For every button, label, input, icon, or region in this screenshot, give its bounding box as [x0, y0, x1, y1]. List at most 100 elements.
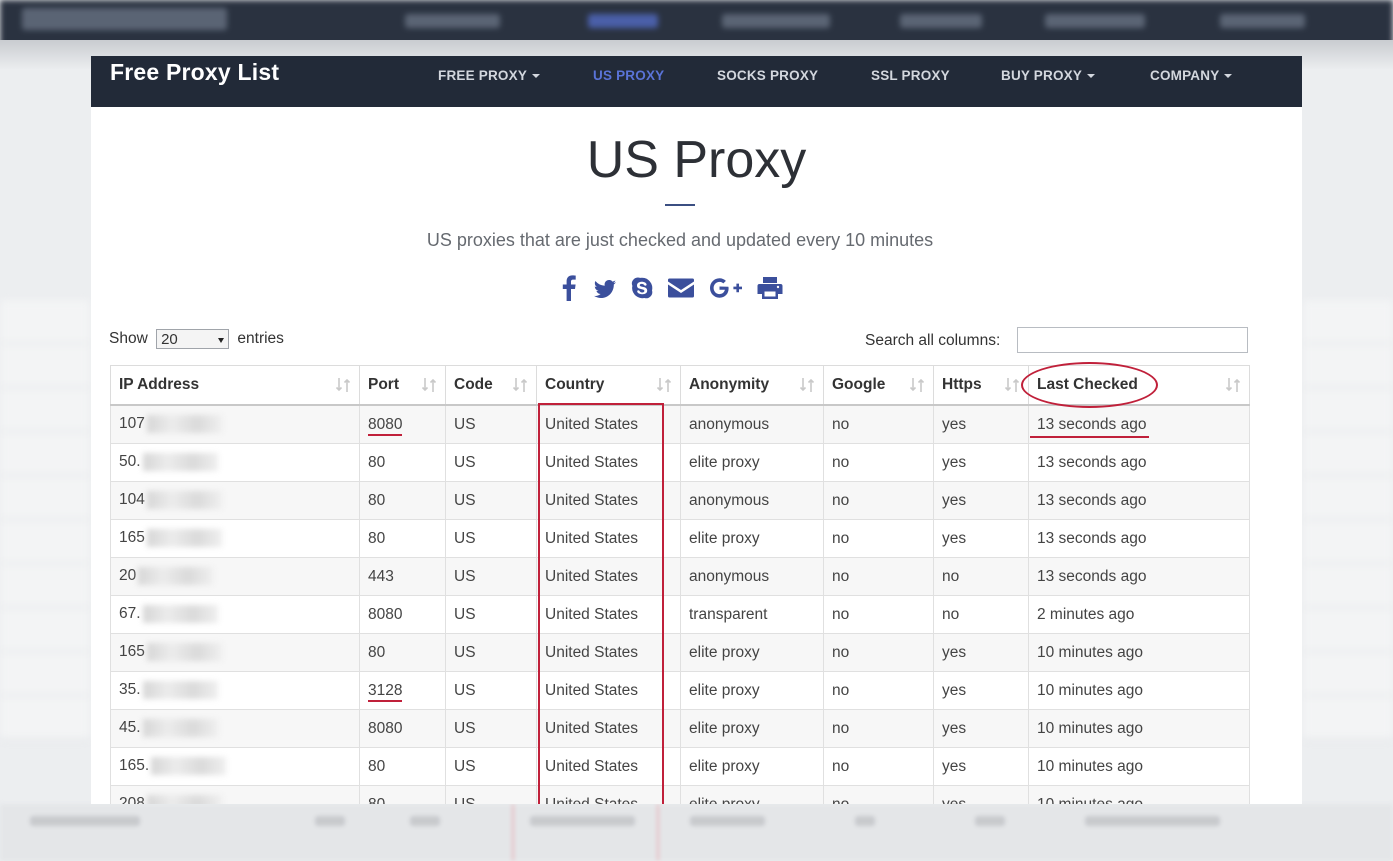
cell-https: yes: [933, 671, 1029, 710]
ip-redaction-blur: [146, 415, 222, 434]
column-header[interactable]: Https: [933, 365, 1029, 406]
nav-buy-proxy[interactable]: BUY PROXY: [1001, 68, 1096, 83]
search-input[interactable]: [1017, 327, 1248, 353]
cell-value: United States: [545, 453, 639, 471]
cell-port: 443: [359, 557, 446, 596]
cell-value: 8080: [368, 605, 403, 623]
cell-value: United States: [545, 719, 639, 737]
cell-https: yes: [933, 785, 1029, 805]
google-plus-icon[interactable]: [708, 274, 744, 302]
column-header-label: Code: [454, 376, 493, 393]
table-row: 50. 80 US United States elite proxy no yes 13 s…: [110, 443, 1250, 482]
facebook-icon[interactable]: [561, 274, 577, 302]
cell-code: US: [445, 481, 537, 520]
cell-value: no: [832, 453, 850, 471]
nav-label: BUY PROXY: [1001, 68, 1083, 83]
sort-icon[interactable]: [799, 377, 815, 393]
cell-value: elite proxy: [689, 757, 760, 775]
cell-value: 13 seconds ago: [1037, 529, 1147, 547]
page-title: US Proxy: [586, 131, 807, 189]
cell-ip: 45.: [110, 709, 360, 748]
cell-country: United States: [536, 633, 681, 672]
cell-value: US: [454, 453, 476, 471]
cell-value: no: [832, 491, 850, 509]
twitter-icon[interactable]: [593, 274, 617, 302]
cell-value: 104: [119, 491, 145, 509]
nav-free-proxy[interactable]: FREE PROXY: [438, 68, 541, 83]
cell-value: United States: [545, 605, 639, 623]
cell-country: United States: [536, 443, 681, 482]
cell-value: 50.: [119, 453, 141, 471]
entries-label: entries: [237, 330, 284, 347]
cell-code: US: [445, 519, 537, 558]
cell-value: 165.: [119, 757, 150, 775]
cell-ip: 165.: [110, 747, 360, 786]
sort-icon[interactable]: [909, 377, 925, 393]
cell-value: yes: [942, 795, 967, 805]
cell-value: no: [942, 605, 960, 623]
table-header-row: IP Address Port Code Country Anonymity Google…: [110, 365, 1250, 406]
sort-icon[interactable]: [1225, 377, 1241, 393]
column-header[interactable]: Google: [823, 365, 934, 406]
nav-label: SSL PROXY: [871, 68, 950, 83]
cell-value: United States: [545, 681, 639, 699]
cell-google: no: [823, 595, 934, 634]
table-row: 165 80 US United States elite proxy no yes 10 m…: [110, 633, 1250, 672]
sort-icon[interactable]: [335, 377, 351, 393]
ip-redaction-blur: [151, 757, 227, 776]
cell-value: yes: [942, 757, 967, 775]
nav-us-proxy[interactable]: US PROXY: [593, 68, 664, 83]
cell-anonymity: elite proxy: [680, 709, 824, 748]
column-header[interactable]: Country: [536, 365, 681, 406]
cell-value: anonymous: [689, 415, 770, 433]
cell-code: US: [445, 595, 537, 634]
column-header-label: Anonymity: [689, 376, 770, 393]
entries-value: 20: [161, 331, 178, 348]
cell-value: 80: [368, 529, 386, 547]
column-header[interactable]: Last Checked: [1028, 365, 1250, 406]
cell-last-checked: 13 seconds ago: [1028, 519, 1250, 558]
table-row: 67. 8080 US United States transparent no no 2 m…: [110, 595, 1250, 634]
cell-value: US: [454, 795, 476, 805]
cell-country: United States: [536, 785, 681, 805]
sort-icon[interactable]: [512, 377, 528, 393]
cell-value: United States: [545, 567, 639, 585]
sort-icon[interactable]: [656, 377, 672, 393]
email-icon[interactable]: [667, 274, 695, 302]
column-header-label: Country: [545, 376, 605, 393]
cell-ip: 67.: [110, 595, 360, 634]
sort-icon[interactable]: [1004, 377, 1020, 393]
column-header[interactable]: Anonymity: [680, 365, 824, 406]
nav-label: COMPANY: [1150, 68, 1220, 83]
skype-icon[interactable]: [630, 274, 654, 302]
entries-select[interactable]: 20: [156, 329, 230, 349]
cell-port: 8080: [359, 709, 446, 748]
cell-value: United States: [545, 795, 639, 805]
table-row: 104 80 US United States anonymous no yes 13 sec…: [110, 481, 1250, 520]
cell-value: no: [832, 567, 850, 585]
cell-ip: 165: [110, 633, 360, 672]
cell-country: United States: [536, 519, 681, 558]
column-header[interactable]: Code: [445, 365, 537, 406]
brand-logo[interactable]: Free Proxy List: [110, 59, 279, 86]
cell-country: United States: [536, 709, 681, 748]
table-row: 208 80 US United States elite proxy no yes 10 m…: [110, 785, 1250, 805]
column-header[interactable]: Port: [359, 365, 446, 406]
nav-company[interactable]: COMPANY: [1150, 68, 1233, 83]
nav-socks-proxy[interactable]: SOCKS PROXY: [717, 68, 818, 83]
cell-country: United States: [536, 557, 681, 596]
cell-value: elite proxy: [689, 453, 760, 471]
cell-ip: 165: [110, 519, 360, 558]
cell-ip: 35.: [110, 671, 360, 710]
cell-value: no: [832, 605, 850, 623]
cell-value: 8080: [368, 719, 403, 737]
sort-icon[interactable]: [421, 377, 437, 393]
cell-google: no: [823, 709, 934, 748]
cell-value: US: [454, 757, 476, 775]
cell-last-checked: 10 minutes ago: [1028, 671, 1250, 710]
print-icon[interactable]: [757, 274, 783, 302]
nav-ssl-proxy[interactable]: SSL PROXY: [871, 68, 950, 83]
cell-value: 10 minutes ago: [1037, 795, 1143, 805]
cell-port: 80: [359, 519, 446, 558]
column-header[interactable]: IP Address: [110, 365, 360, 406]
